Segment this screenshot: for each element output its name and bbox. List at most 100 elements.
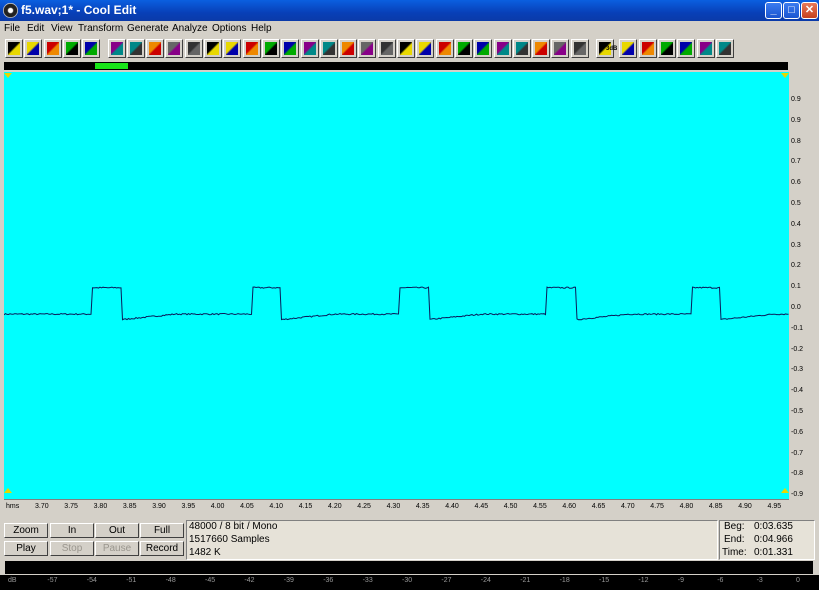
eq-icon-button[interactable] — [532, 39, 551, 58]
cue-icon-button[interactable] — [570, 39, 589, 58]
menu-generate[interactable]: Generate — [127, 23, 169, 34]
start-marker-top[interactable] — [4, 73, 12, 78]
filter-icon-button[interactable] — [397, 39, 415, 58]
wave-mode-icon-button[interactable] — [5, 39, 23, 58]
end-marker-top[interactable] — [781, 73, 789, 78]
maximize-button[interactable]: □ — [783, 2, 800, 19]
zoom-in-button[interactable]: In — [50, 523, 94, 538]
amplitude-tick-label: 0.0 — [791, 304, 801, 311]
amplitude-tick-label: -0.8 — [791, 470, 804, 478]
zoom-out-button[interactable]: Out — [95, 523, 139, 538]
dynamics-icon-button[interactable] — [454, 39, 473, 58]
note-icon-button[interactable] — [165, 39, 184, 58]
help-icon-button[interactable] — [619, 39, 638, 58]
record-button[interactable]: Record — [140, 541, 184, 556]
scripts-icon-button[interactable] — [715, 39, 734, 58]
wave-mode-icon — [8, 42, 20, 55]
level-scale-label: -9 — [677, 577, 685, 584]
compress-icon-button[interactable] — [551, 39, 570, 58]
record-dot-icon — [187, 42, 200, 55]
help-icon — [622, 42, 635, 55]
filter-icon — [400, 42, 412, 55]
menu-help[interactable]: Help — [251, 23, 272, 34]
waveform-display-svg[interactable] — [4, 72, 789, 499]
frequency-analysis-icon-button[interactable] — [677, 39, 696, 58]
overview-view-range[interactable] — [95, 63, 128, 69]
pitch-icon-button[interactable] — [358, 39, 377, 58]
zero-cross-icon-button[interactable] — [596, 39, 614, 58]
cd-player-icon — [660, 42, 673, 55]
time-tick-label: 4.60 — [562, 503, 577, 510]
end-value[interactable]: 0:04.966 — [754, 534, 793, 545]
compress-icon — [554, 42, 567, 55]
amplitude-ruler: 0.9 0.9 0.8 0.7 0.6 0.5 0.4 0.3 0.2 0.1 0.0 -0.1 -0.… — [789, 72, 819, 499]
marker-icon-button[interactable] — [696, 39, 715, 58]
tone-icon-button[interactable] — [281, 39, 300, 58]
menu-view[interactable]: View — [51, 23, 73, 34]
chorus-icon — [380, 42, 393, 55]
menu-edit[interactable]: Edit — [27, 23, 44, 34]
selection-panel: Beg: 0:03.635 End: 0:04.966 Time: 0:01.3… — [719, 520, 815, 560]
echo-icon-button[interactable] — [300, 39, 319, 58]
file-info-panel: 48000 / 8 bit / Mono 1517660 Samples 148… — [186, 520, 718, 560]
reverb-icon-button[interactable] — [319, 39, 338, 58]
zoom-button[interactable]: Zoom — [4, 523, 48, 538]
pause-button[interactable]: Pause — [95, 541, 139, 556]
level-scale-label: -48 — [165, 577, 176, 584]
rewind-icon-button[interactable] — [107, 39, 126, 58]
normalize-icon-button[interactable] — [493, 39, 512, 58]
time-tick-label: 4.35 — [415, 503, 430, 510]
end-label: End: — [724, 534, 745, 545]
begin-value[interactable]: 0:03.635 — [754, 521, 793, 532]
headphones-icon-button[interactable] — [82, 39, 101, 58]
end-marker-bottom[interactable] — [781, 488, 789, 493]
time-ruler[interactable]: hms 3.70 3.75 3.80 3.85 3.90 3.95 4.00 4.05 4.10 4… — [4, 499, 789, 513]
envelope-icon-button[interactable] — [223, 39, 242, 58]
distortion-icon-button[interactable] — [416, 39, 435, 58]
zoom-full-button[interactable]: Full — [140, 523, 184, 538]
app-icon[interactable] — [3, 3, 18, 18]
amplitude-tick-label: -0.3 — [791, 366, 804, 374]
amplitude-tick-label: 0.2 — [791, 262, 801, 270]
amplify-icon-button[interactable] — [242, 39, 261, 58]
spectral-view-icon-button[interactable] — [62, 39, 81, 58]
fade-icon — [515, 42, 528, 55]
close-button[interactable]: ✕ — [801, 2, 818, 19]
cd-player-icon-button[interactable] — [657, 39, 676, 58]
size-text: 1482 K — [189, 547, 221, 558]
record-dot-icon-button[interactable] — [184, 39, 203, 58]
level-scale-label: -18 — [559, 577, 570, 584]
time-tick-label: 4.70 — [621, 503, 635, 510]
level-scale-label: 0 — [796, 577, 800, 584]
menu-analyze[interactable]: Analyze — [172, 23, 208, 34]
amplitude-tick-label: 0.8 — [791, 137, 801, 145]
level-meter — [5, 561, 813, 574]
invert-icon-button[interactable] — [474, 39, 493, 58]
menu-transform[interactable]: Transform — [78, 23, 123, 34]
refresh-icon-button[interactable] — [638, 39, 657, 58]
silence-icon-button[interactable] — [126, 39, 145, 58]
play-button[interactable]: Play — [4, 541, 48, 556]
chorus-icon-button[interactable] — [377, 39, 396, 58]
menu-file[interactable]: File — [4, 23, 20, 34]
noise-icon-button[interactable] — [204, 39, 222, 58]
fade-icon-button[interactable] — [512, 39, 531, 58]
toolbar: 3dB — [0, 38, 819, 60]
level-scale-label: -21 — [520, 577, 531, 584]
flanger-icon-button[interactable] — [339, 39, 358, 58]
menu-options[interactable]: Options — [212, 23, 246, 34]
cool-edit-window: f5.wav;1* - Cool Edit _ □ ✕ File Edit Vi… — [0, 0, 819, 590]
level-scale-label: -51 — [126, 577, 137, 584]
open-file-icon-button[interactable] — [24, 39, 43, 58]
minimize-button[interactable]: _ — [765, 2, 782, 19]
start-marker-bottom[interactable] — [4, 488, 12, 493]
loop-icon-button[interactable] — [146, 39, 165, 58]
time-tick-label: 3.95 — [181, 503, 196, 510]
stretch-icon-button[interactable] — [435, 39, 454, 58]
title-bar[interactable]: f5.wav;1* - Cool Edit _ □ ✕ — [0, 0, 819, 21]
stop-button[interactable]: Stop — [50, 541, 94, 556]
spectrum-icon-button[interactable] — [261, 39, 280, 58]
level-scale-label: -12 — [638, 577, 649, 584]
marker-icon — [699, 42, 712, 55]
save-icon-button[interactable] — [43, 39, 62, 58]
